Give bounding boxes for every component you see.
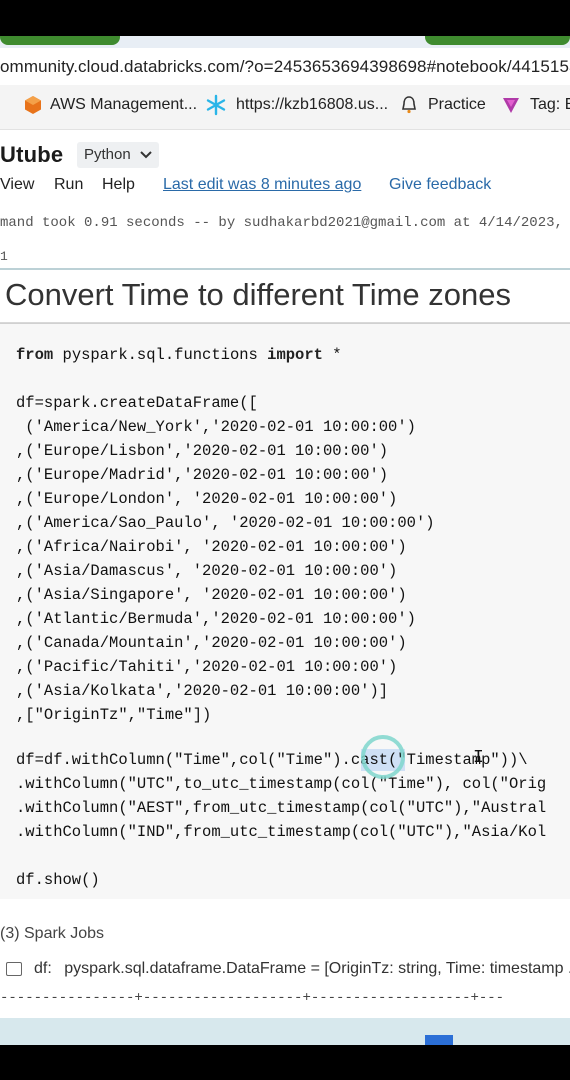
give-feedback-link[interactable]: Give feedback <box>389 176 491 194</box>
code-line[interactable]: ,('Europe/Lisbon','2020-02-01 10:00:00') <box>16 441 388 461</box>
aws-icon <box>25 96 41 114</box>
code-line[interactable]: ,('Atlantic/Bermuda','2020-02-01 10:00:0… <box>16 609 416 629</box>
dataframe-schema[interactable]: df: pyspark.sql.dataframe.DataFrame = [O… <box>34 960 570 978</box>
language-label[interactable]: Python <box>84 146 131 163</box>
code-line[interactable]: ,('Asia/Kolkata','2020-02-01 10:00:00')] <box>16 681 388 701</box>
code-line[interactable]: ,('America/Sao_Paulo', '2020-02-01 10:00… <box>16 513 435 533</box>
code-line[interactable]: df.show() <box>16 870 100 890</box>
menu-run[interactable]: Run <box>54 176 83 194</box>
code-line[interactable]: .withColumn("AEST",from_utc_timestamp(co… <box>16 798 546 818</box>
code-line[interactable]: ,('Asia/Damascus', '2020-02-01 10:00:00'… <box>16 561 397 581</box>
code-line[interactable]: ,('Europe/Madrid','2020-02-01 10:00:00') <box>16 465 388 485</box>
code-line[interactable]: df=spark.createDataFrame([ <box>16 393 258 413</box>
menu-view[interactable]: View <box>0 176 34 194</box>
menu-help[interactable]: Help <box>102 176 135 194</box>
code-line[interactable]: from pyspark.sql.functions import * <box>16 345 342 365</box>
bell-icon <box>402 96 416 114</box>
bookmark-tag[interactable]: Tag: E <box>530 96 570 114</box>
url-text[interactable]: ommunity.cloud.databricks.com/?o=2453653… <box>0 57 570 77</box>
taskbar-background <box>0 1018 570 1045</box>
spark-jobs-toggle[interactable]: (3) Spark Jobs <box>0 925 104 943</box>
last-edit-link[interactable]: Last edit was 8 minutes ago <box>163 176 361 194</box>
df-label: df: <box>34 960 52 977</box>
markdown-heading: Convert Time to different Time zones <box>5 277 511 312</box>
bookmark-snowflake[interactable]: https://kzb16808.us... <box>236 96 388 114</box>
bookmark-aws[interactable]: AWS Management... <box>50 96 197 114</box>
code-line[interactable]: ,('Canada/Mountain','2020-02-01 10:00:00… <box>16 633 407 653</box>
code-line[interactable]: ,('Pacific/Tahiti','2020-02-01 10:00:00'… <box>16 657 397 677</box>
mouse-cursor-ring <box>361 735 405 779</box>
browser-tab[interactable] <box>425 36 570 45</box>
code-line[interactable]: ,('Africa/Nairobi', '2020-02-01 10:00:00… <box>16 537 407 557</box>
code-line[interactable]: ('America/New_York','2020-02-01 10:00:00… <box>16 417 416 437</box>
chevron-down-icon[interactable] <box>139 148 153 162</box>
screen-bottom-border <box>0 1045 570 1080</box>
windows-start-icon[interactable] <box>425 1035 453 1045</box>
tag-icon <box>503 98 519 113</box>
notebook-title[interactable]: Utube <box>0 142 63 168</box>
code-line[interactable]: .withColumn("IND",from_utc_timestamp(col… <box>16 822 546 842</box>
table-separator: ----------------+-------------------+---… <box>0 990 505 1006</box>
table-icon[interactable] <box>6 962 22 976</box>
bookmark-practice[interactable]: Practice <box>428 96 486 114</box>
browser-tab[interactable] <box>0 36 120 45</box>
text-cursor-icon: I <box>473 748 484 768</box>
code-line[interactable]: .withColumn("UTC",to_utc_timestamp(col("… <box>16 774 546 794</box>
code-line[interactable]: ,('Europe/London', '2020-02-01 10:00:00'… <box>16 489 397 509</box>
code-line[interactable]: df=df.withColumn("Time",col("Time").cast… <box>16 750 528 770</box>
code-line[interactable]: ,["OriginTz","Time"]) <box>16 705 211 725</box>
snowflake-icon <box>206 94 226 116</box>
code-line[interactable]: ,('Asia/Singapore', '2020-02-01 10:00:00… <box>16 585 407 605</box>
cell-number: 1 <box>0 249 8 264</box>
screen-top-border <box>0 0 570 36</box>
command-status-text: mand took 0.91 seconds -- by sudhakarbd2… <box>0 215 570 231</box>
df-schema-text: pyspark.sql.dataframe.DataFrame = [Origi… <box>64 960 570 977</box>
